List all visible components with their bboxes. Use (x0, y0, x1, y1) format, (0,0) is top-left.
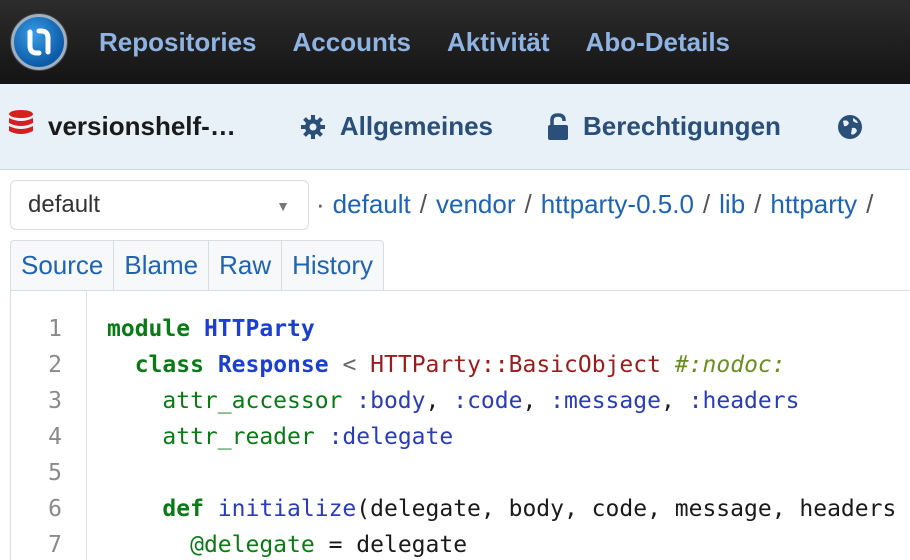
line-number: 2 (48, 352, 62, 378)
breadcrumb-item[interactable]: default (333, 189, 411, 220)
nav-repositories[interactable]: Repositories (99, 27, 257, 58)
code-keyword: def (162, 496, 204, 522)
app-logo-icon[interactable] (11, 14, 67, 70)
code-symbol: :message (550, 388, 661, 414)
nav-abo-details[interactable]: Abo-Details (586, 27, 730, 58)
code-method: attr_reader (162, 424, 315, 450)
breadcrumb-trailing: / (866, 188, 874, 219)
code-symbol: :delegate (328, 424, 454, 450)
globe-icon (837, 114, 862, 139)
line-number: 3 (48, 388, 62, 414)
tab-globe[interactable] (837, 114, 877, 140)
code-instance-variable: @delegate (190, 532, 315, 558)
top-navigation-bar: Repositories Accounts Aktivität Abo-Deta… (0, 0, 910, 84)
code-viewer: 1 2 3 4 5 6 7 module HTTParty class Resp… (10, 290, 910, 560)
code-function-name: initialize (217, 496, 357, 522)
code-value: delegate (356, 532, 468, 558)
nav-aktivitaet[interactable]: Aktivität (447, 27, 550, 58)
code-constant: Response (217, 352, 329, 378)
breadcrumb-item[interactable]: httparty-0.5.0 (541, 189, 694, 220)
repository-navigation-bar: versionshelf-… Allgemeines Berechtigunge… (0, 84, 910, 170)
tab-blame[interactable]: Blame (114, 241, 210, 290)
line-number: 4 (48, 424, 62, 450)
branch-select[interactable]: default ▼ (10, 180, 309, 230)
code-constant: HTTParty (203, 316, 315, 342)
code-line: class Response < HTTParty::BasicObject #… (107, 352, 786, 378)
code-parent-class: HTTParty::BasicObject (370, 352, 661, 378)
code-operator: < (342, 352, 357, 378)
code-line: attr_accessor :body, :code, :message, :h… (162, 388, 800, 414)
chevron-down-icon: ▼ (276, 198, 290, 214)
code-method: attr_accessor (162, 388, 343, 414)
nav-accounts[interactable]: Accounts (293, 27, 411, 58)
line-number: 1 (48, 316, 62, 342)
code-symbol: :headers (688, 388, 800, 414)
code-keyword: module (107, 316, 191, 342)
code-params: (delegate, body, code, message, headers (356, 496, 897, 522)
code-operator: = (328, 532, 343, 558)
tab-allgemeines[interactable]: Allgemeines (300, 111, 493, 142)
code-keyword: class (134, 352, 204, 378)
code-line: attr_reader :delegate (107, 424, 453, 450)
breadcrumb-prefix: · (316, 188, 325, 219)
code-comment: #:nodoc: (674, 352, 786, 378)
breadcrumb: · default / vendor / httparty-0.5.0 / li… (316, 188, 874, 220)
tab-raw[interactable]: Raw (209, 241, 283, 290)
line-number: 7 (48, 532, 62, 558)
code-symbol: :code (453, 388, 523, 414)
gear-icon (300, 114, 325, 139)
code-line: @delegate = delegate (107, 532, 467, 558)
breadcrumb-item[interactable]: lib (719, 189, 745, 220)
code-line: def initialize(delegate, body, code, mes… (107, 496, 896, 522)
repository-name[interactable]: versionshelf-… (48, 111, 236, 142)
tab-berechtigungen[interactable]: Berechtigungen (547, 111, 781, 142)
line-number: 6 (48, 496, 62, 522)
code-symbol: :body (356, 388, 426, 414)
database-icon (8, 109, 34, 144)
breadcrumb-item[interactable]: vendor (436, 189, 516, 220)
breadcrumb-item[interactable]: httparty (770, 189, 857, 220)
line-number: 5 (48, 460, 62, 486)
tab-berechtigungen-label: Berechtigungen (583, 111, 781, 141)
unlock-icon (548, 112, 568, 140)
tab-allgemeines-label: Allgemeines (339, 111, 493, 141)
tab-source[interactable]: Source (11, 241, 115, 290)
code-line: module HTTParty (107, 316, 315, 342)
line-number-gutter: 1 2 3 4 5 6 7 (11, 291, 87, 560)
file-view-tabs: Source Blame Raw History (10, 240, 385, 290)
branch-select-value: default (28, 191, 101, 218)
tab-history[interactable]: History (282, 241, 383, 290)
